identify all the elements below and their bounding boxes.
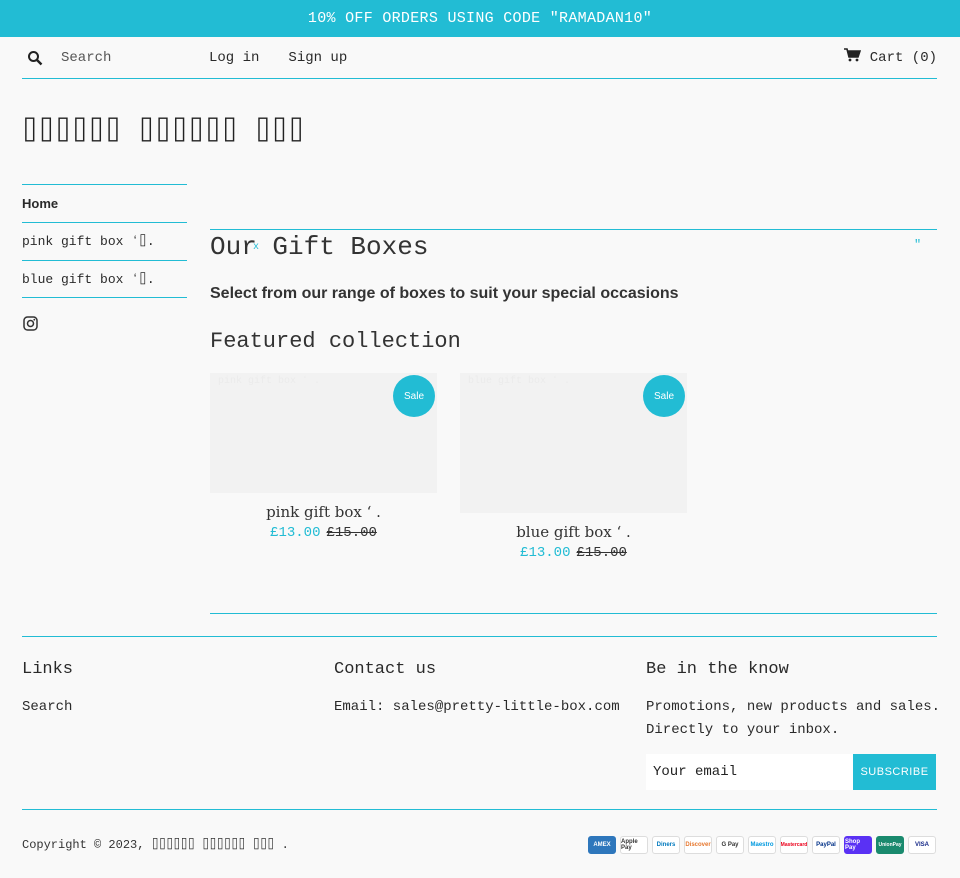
product-card-blue[interactable]: blue gift box ʻ . Sale blue gift box ʻ .… — [460, 373, 687, 561]
image-alt-text: blue gift box ʻ . — [468, 376, 571, 387]
compare-price: £15.00 — [326, 525, 377, 541]
header-bar: Log in Sign up Cart (0) — [22, 37, 937, 79]
announcement-bar: 10% OFF ORDERS USING CODE "RAMADAN10" — [0, 0, 960, 37]
search-icon[interactable] — [27, 50, 45, 68]
visa-icon: VISA — [908, 836, 936, 854]
title-mark: x — [253, 242, 260, 253]
image-alt-text: pink gift box ʻ . — [218, 376, 321, 387]
footer-newsletter-column: Be in the know Promotions, new products … — [646, 660, 941, 790]
sidebar-nav: Home pink gift box ʻ⌷. blue gift box ʻ⌷. — [22, 184, 187, 298]
sale-price: £13.00 — [270, 525, 321, 541]
product-prices: £13.00 £15.00 — [210, 525, 437, 541]
newsletter-text: Promotions, new products and sales. Dire… — [646, 699, 941, 738]
product-card-pink[interactable]: pink gift box ʻ . Sale pink gift box ʻ .… — [210, 373, 437, 541]
site-logo[interactable]: ⌷⌷⌷⌷⌷⌷ ⌷⌷⌷⌷⌷⌷ ⌷⌷⌷ — [22, 116, 305, 146]
amex-icon: AMEX — [588, 836, 616, 854]
sidebar-item-pink-gift-box[interactable]: pink gift box ʻ⌷. — [22, 222, 187, 260]
featured-heading: Featured collection — [210, 329, 461, 354]
section-divider — [210, 229, 937, 230]
google-pay-icon: G Pay — [716, 836, 744, 854]
instagram-icon[interactable] — [23, 316, 38, 336]
footer-divider — [22, 809, 937, 810]
shop-pay-icon: Shop Pay — [844, 836, 872, 854]
diners-icon: Diners — [652, 836, 680, 854]
quote-icon: " — [914, 238, 922, 252]
product-prices: £13.00 £15.00 — [460, 545, 687, 561]
footer-contact-column: Contact us Email: sales@pretty-little-bo… — [334, 660, 634, 719]
page-subtitle: Select from our range of boxes to suit y… — [210, 285, 679, 302]
maestro-icon: Maestro — [748, 836, 776, 854]
subscribe-button[interactable]: SUBSCRIBE — [853, 754, 936, 790]
compare-price: £15.00 — [576, 545, 627, 561]
product-image[interactable]: pink gift box ʻ . Sale — [210, 373, 437, 493]
discover-icon: Discover — [684, 836, 712, 854]
newsletter-title: Be in the know — [646, 660, 789, 679]
page-title: Our Gift Boxes — [210, 232, 429, 262]
sidebar-item-blue-gift-box[interactable]: blue gift box ʻ⌷. — [22, 260, 187, 298]
section-divider — [210, 613, 937, 614]
sale-badge: Sale — [643, 375, 685, 417]
sale-price: £13.00 — [520, 545, 571, 561]
footer-links-title: Links — [22, 660, 74, 679]
email-field[interactable] — [646, 754, 853, 790]
sale-badge: Sale — [393, 375, 435, 417]
search-input[interactable] — [61, 49, 191, 66]
newsletter-form: SUBSCRIBE — [646, 754, 941, 790]
login-link[interactable]: Log in — [209, 50, 259, 66]
unionpay-icon: UnionPay — [876, 836, 904, 854]
product-name[interactable]: blue gift box ʻ . — [460, 523, 687, 541]
footer-contact-title: Contact us — [334, 660, 437, 679]
contact-email: Email: sales@pretty-little-box.com — [334, 699, 620, 715]
cart-label: Cart (0) — [869, 49, 937, 66]
apple-pay-icon: Apple Pay — [620, 836, 648, 854]
product-image[interactable]: blue gift box ʻ . Sale — [460, 373, 687, 513]
cart-icon — [843, 48, 861, 67]
paypal-icon: PayPal — [812, 836, 840, 854]
mastercard-icon: Mastercard — [780, 836, 808, 854]
footer-links-column: Links Search — [22, 660, 312, 719]
sidebar-item-home[interactable]: Home — [22, 184, 187, 222]
account-links: Log in Sign up — [209, 50, 347, 66]
copyright-text: Copyright © 2023, ⌷⌷⌷⌷⌷⌷ ⌷⌷⌷⌷⌷⌷ ⌷⌷⌷ . — [22, 838, 289, 852]
payment-icons: AMEX Apple Pay Diners Discover G Pay Mae… — [588, 836, 936, 854]
signup-link[interactable]: Sign up — [288, 50, 347, 66]
footer-search-link[interactable]: Search — [22, 699, 72, 715]
footer-divider — [22, 636, 937, 637]
product-name[interactable]: pink gift box ʻ . — [210, 503, 437, 521]
cart-link[interactable]: Cart (0) — [843, 48, 937, 67]
